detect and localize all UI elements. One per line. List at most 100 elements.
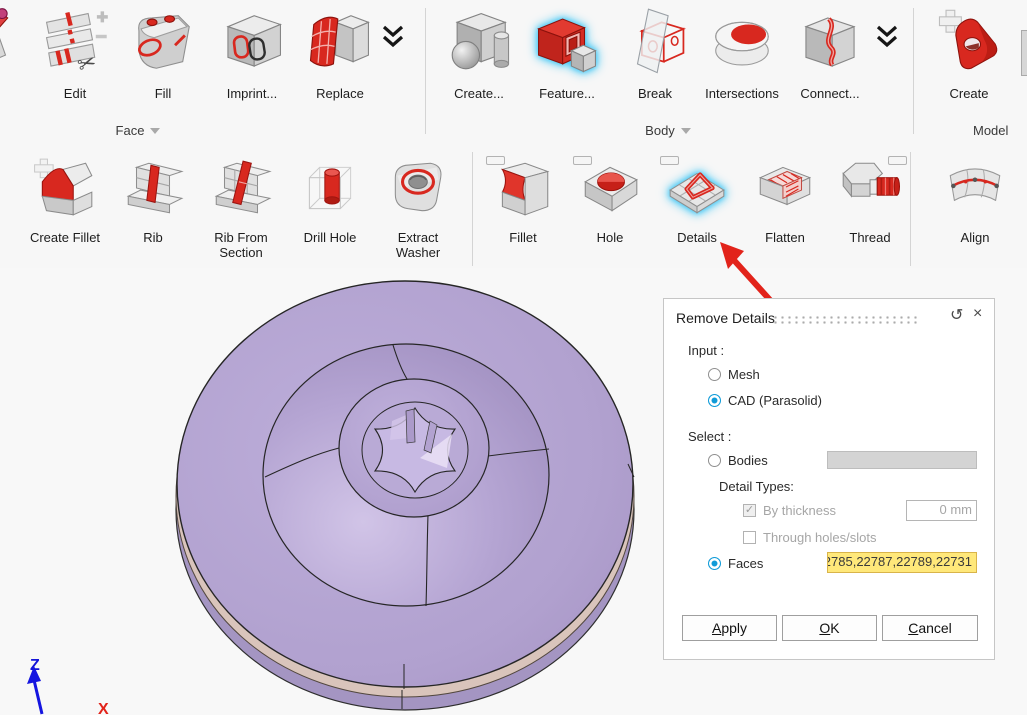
- group-model-label: Model: [973, 123, 1008, 138]
- checkmark-icon: ✓: [745, 504, 754, 516]
- expand-gallery-chevron[interactable]: [380, 24, 406, 50]
- replace-icon: [305, 6, 375, 78]
- feature-icon-highlighted: [532, 6, 602, 78]
- bodies-selection-field[interactable]: [827, 451, 977, 469]
- chevron-down-icon: [681, 128, 691, 134]
- reset-icon[interactable]: ↺: [950, 305, 963, 325]
- toolbar-button-extract-washer[interactable]: Extract Washer: [374, 154, 462, 261]
- group-face-label: Face: [116, 123, 145, 138]
- toolbar-button-label: Connect...: [786, 86, 874, 101]
- bodies-radio[interactable]: [708, 454, 721, 467]
- toolbar-button-align[interactable]: Align: [931, 154, 1019, 245]
- chevron-down-icon: [150, 128, 160, 134]
- bodies-radio-label[interactable]: Bodies: [728, 453, 768, 468]
- draw-pencil-icon: [0, 6, 23, 78]
- axis-x-label: X: [98, 701, 109, 715]
- toolbar-button-details[interactable]: Details: [653, 154, 741, 245]
- faces-radio-label[interactable]: Faces: [728, 556, 763, 571]
- thread-icon: [837, 154, 903, 222]
- toolbar-button-hole[interactable]: Hole: [566, 154, 654, 245]
- flatten-icon: [752, 154, 818, 222]
- toolbar-button-fill[interactable]: Fill: [119, 6, 207, 101]
- imprint-icon: [217, 6, 287, 78]
- toolbar-button-feature[interactable]: Feature...: [523, 6, 611, 101]
- toolbar-button-label: Thread: [826, 230, 914, 245]
- toolbar-button-label: Fillet: [479, 230, 567, 245]
- thickness-value-field[interactable]: 0 mm: [906, 500, 977, 521]
- toolbar-button-thread[interactable]: Thread: [826, 154, 914, 245]
- cancel-button[interactable]: Cancel: [882, 615, 978, 641]
- toolbar-button-label: w...: [0, 86, 32, 101]
- connect-icon: [795, 6, 865, 78]
- toolbar-button-rib[interactable]: Rib: [109, 154, 197, 245]
- toolbar-button-label: Drill Hole: [286, 230, 374, 245]
- by-thickness-checkbox[interactable]: ✓: [743, 504, 756, 517]
- through-holes-checkbox[interactable]: [743, 531, 756, 544]
- break-icon: [620, 6, 690, 78]
- drag-handle[interactable]: [772, 315, 920, 324]
- input-section-label: Input :: [688, 343, 724, 358]
- toolbar-button-create-fillet[interactable]: Create Fillet: [21, 154, 109, 245]
- toolbar-button-label: Create: [925, 86, 1013, 101]
- toolbar-button-label: Rib: [109, 230, 197, 245]
- toolbar-separator: [472, 152, 473, 266]
- toolbar-button-replace[interactable]: Replace: [296, 6, 384, 101]
- pin-badge: [486, 156, 505, 165]
- faces-value-field[interactable]: 22785,22787,22789,22731: [827, 552, 977, 573]
- edit-icon: ✂: [40, 6, 110, 78]
- group-model[interactable]: Model: [973, 123, 1008, 138]
- apply-button-label-rest: pply: [721, 620, 747, 636]
- cad-parasolid-radio[interactable]: [708, 394, 721, 407]
- mesh-radio-label[interactable]: Mesh: [728, 367, 760, 382]
- toolbar-button-label: Replace: [296, 86, 384, 101]
- toolbar-button-fillet[interactable]: Fillet: [479, 154, 567, 245]
- rib-from-section-icon: [208, 154, 274, 222]
- create-fillet-icon: [32, 154, 98, 222]
- select-section-label: Select :: [688, 429, 731, 444]
- ribbon-toolbar: w... ✂ Edit: [0, 0, 1027, 290]
- toolbar-button-imprint[interactable]: Imprint...: [208, 6, 296, 101]
- toolbar-button-intersections[interactable]: Intersections: [698, 6, 786, 101]
- svg-text:✂: ✂: [74, 49, 99, 78]
- details-icon-highlighted: [664, 154, 730, 222]
- toolbar-button-drill-hole[interactable]: Drill Hole: [286, 154, 374, 245]
- fillet-icon: [490, 154, 556, 222]
- toolbar-button-create-body[interactable]: Create...: [435, 6, 523, 101]
- apply-button[interactable]: Apply: [682, 615, 777, 641]
- group-body[interactable]: Body: [608, 123, 728, 138]
- close-icon[interactable]: ×: [973, 305, 982, 323]
- group-body-label: Body: [645, 123, 675, 138]
- toolbar-button-draw-partial[interactable]: w...: [0, 6, 32, 101]
- extract-washer-icon: [385, 154, 451, 222]
- toolbar-button-label: Create...: [435, 86, 523, 101]
- 3d-model-knob[interactable]: [168, 272, 643, 715]
- toolbar-button-label: Hole: [566, 230, 654, 245]
- group-face[interactable]: Face: [78, 123, 198, 138]
- toolbar-button-label: Imprint...: [208, 86, 296, 101]
- toolbar-button-label: Align: [931, 230, 1019, 245]
- toolbar-button-rib-from-section[interactable]: Rib From Section: [197, 154, 285, 261]
- toolbar-button-connect[interactable]: Connect...: [786, 6, 874, 101]
- cad-parasolid-radio-label[interactable]: CAD (Parasolid): [728, 393, 822, 408]
- faces-radio[interactable]: [708, 557, 721, 570]
- ok-button[interactable]: OK: [782, 615, 877, 641]
- pin-badge: [573, 156, 592, 165]
- toolbar-button-label: Intersections: [698, 86, 786, 101]
- rib-icon: [120, 154, 186, 222]
- expand-gallery-chevron[interactable]: [874, 24, 900, 50]
- align-icon: [942, 154, 1008, 222]
- toolbar-button-flatten[interactable]: Flatten: [741, 154, 829, 245]
- ok-button-label-rest: K: [830, 620, 839, 636]
- cad-application-window: { "colors":{"accent_blue":"#0f9bd8","glo…: [0, 0, 1027, 715]
- toolbar-button-label: Edit: [31, 86, 119, 101]
- mesh-radio[interactable]: [708, 368, 721, 381]
- toolbar-button-edit[interactable]: ✂ Edit: [31, 6, 119, 101]
- drill-hole-icon: [297, 154, 363, 222]
- toolbar-button-break[interactable]: Break: [611, 6, 699, 101]
- apply-button-label: A: [712, 620, 721, 636]
- toolbar-button-label: Create Fillet: [21, 230, 109, 245]
- hole-icon: [577, 154, 643, 222]
- by-thickness-label: By thickness: [763, 503, 836, 518]
- toolbar-button-create-model[interactable]: Create: [925, 6, 1013, 101]
- dialog-title: Remove Details: [676, 310, 775, 326]
